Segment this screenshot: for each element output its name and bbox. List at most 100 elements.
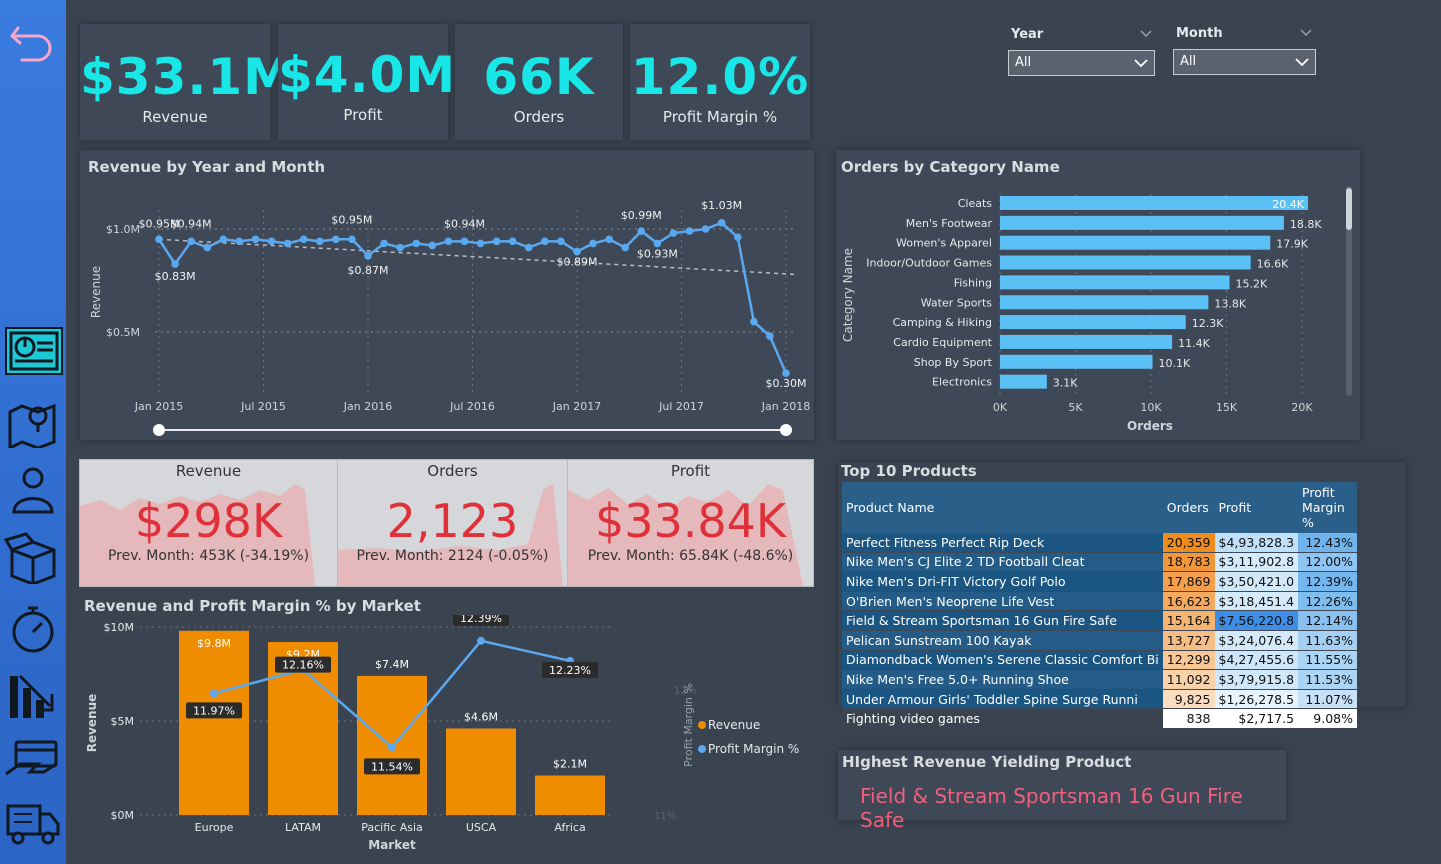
chevron-down-icon[interactable] <box>1140 30 1152 38</box>
dashboard-icon[interactable] <box>5 327 63 375</box>
table-row[interactable]: Diamondback Women's Serene Classic Comfo… <box>842 650 1357 671</box>
category-bar[interactable] <box>1000 215 1284 230</box>
line-point[interactable] <box>187 237 195 246</box>
legend-revenue[interactable]: Revenue <box>708 718 760 732</box>
header-product-name[interactable]: Product Name <box>842 482 1163 533</box>
line-point[interactable] <box>701 225 710 233</box>
line-point[interactable] <box>637 227 646 235</box>
line-point[interactable] <box>476 239 485 248</box>
back-arrow-icon[interactable] <box>4 14 62 66</box>
header-orders[interactable]: Orders <box>1162 482 1215 533</box>
market-bar[interactable] <box>179 630 249 815</box>
kpi-revenue-card: $33.1M Revenue <box>80 24 293 140</box>
table-row[interactable]: Nike Men's Dri-FIT Victory Golf Polo 17,8… <box>842 571 1357 592</box>
margin-point[interactable] <box>210 689 218 698</box>
line-point[interactable] <box>573 247 581 256</box>
line-point[interactable] <box>155 235 163 244</box>
line-point[interactable] <box>508 237 517 246</box>
line-point[interactable] <box>782 369 790 377</box>
line-point[interactable] <box>621 243 630 252</box>
data-label: $0.94M <box>444 217 485 230</box>
line-point[interactable] <box>299 235 308 244</box>
line-point[interactable] <box>541 237 549 246</box>
market-bar[interactable] <box>446 728 516 815</box>
line-point[interactable] <box>669 229 678 237</box>
line-point[interactable] <box>733 233 742 242</box>
category-bar[interactable] <box>1000 295 1209 310</box>
year-dropdown-value: All <box>1015 55 1032 70</box>
line-point[interactable] <box>332 235 340 244</box>
year-dropdown[interactable]: All <box>1008 50 1155 76</box>
x-tick-label: Jul 2015 <box>240 400 286 413</box>
market-bar[interactable] <box>535 775 605 815</box>
table-row[interactable]: Fighting video games 838 $2,717.5 9.08% <box>842 708 1357 729</box>
box-icon[interactable] <box>4 532 62 584</box>
line-point[interactable] <box>557 237 565 246</box>
top-products-table: Product Name Orders Profit Profit Margin… <box>842 482 1357 729</box>
header-profit[interactable]: Profit <box>1214 482 1299 533</box>
line-point[interactable] <box>589 239 597 248</box>
line-point[interactable] <box>685 227 694 235</box>
header-profit-margin[interactable]: Profit Margin % <box>1298 482 1357 533</box>
category-bar[interactable] <box>1000 334 1173 349</box>
line-point[interactable] <box>380 239 388 248</box>
table-row[interactable]: Pelican Sunstream 100 Kayak 13,727 $3,24,0… <box>842 630 1357 651</box>
revenue-line-chart[interactable]: $1.0M $0.5M Jan 2015 Jul 2015 Jan 2016 Jul 20… <box>80 150 814 440</box>
orders-category-chart[interactable]: 0K 5K 10K 15K 20K Cleats 20.4K Men's Footwear 18… <box>836 150 1360 440</box>
line-point[interactable] <box>348 235 356 244</box>
category-bar[interactable] <box>1000 374 1047 389</box>
margin-label: 11.54% <box>371 760 413 773</box>
table-row[interactable]: Field & Stream Sportsman 16 Gun Fire Saf… <box>842 610 1357 631</box>
line-point[interactable] <box>283 239 292 248</box>
line-point[interactable] <box>315 237 324 246</box>
product-name-cell: O'Brien Men's Neoprene Life Vest <box>842 591 1163 612</box>
line-point[interactable] <box>766 332 774 340</box>
line-point[interactable] <box>444 237 453 246</box>
line-point[interactable] <box>396 243 404 252</box>
line-point[interactable] <box>605 235 613 244</box>
line-point[interactable] <box>428 241 437 250</box>
line-point[interactable] <box>524 243 533 252</box>
date-slider-start-handle[interactable] <box>153 424 165 436</box>
line-point[interactable] <box>171 260 179 268</box>
line-point[interactable] <box>251 235 260 244</box>
legend-margin[interactable]: Profit Margin % <box>708 742 799 756</box>
line-point[interactable] <box>492 237 501 246</box>
line-point[interactable] <box>717 219 726 227</box>
category-bar[interactable] <box>1000 235 1271 250</box>
line-point[interactable] <box>203 243 212 252</box>
delivery-truck-icon[interactable] <box>4 798 62 850</box>
table-row[interactable]: Perfect Fitness Perfect Rip Deck 20,359 $4… <box>842 533 1357 553</box>
table-row[interactable]: O'Brien Men's Neoprene Life Vest 16,623 $3… <box>842 591 1357 612</box>
bar-chart-down-icon[interactable] <box>4 670 62 722</box>
date-slider-end-handle[interactable] <box>780 424 792 436</box>
stopwatch-icon[interactable] <box>4 602 62 654</box>
table-row[interactable]: Nike Men's CJ Elite 2 TD Football Cleat 1… <box>842 552 1357 573</box>
y-axis-label: Revenue <box>89 266 103 318</box>
margin-point[interactable] <box>388 743 396 752</box>
bar-value-label: 20.4K <box>1272 198 1304 211</box>
category-bar[interactable] <box>1000 255 1251 270</box>
user-icon[interactable] <box>4 464 62 516</box>
scrollbar-thumb[interactable] <box>1346 188 1352 230</box>
line-point[interactable] <box>750 317 758 326</box>
payment-card-icon[interactable] <box>4 734 62 786</box>
table-row[interactable]: Nike Men's Free 5.0+ Running Shoe 11,092 $… <box>842 669 1357 690</box>
line-point[interactable] <box>235 237 244 246</box>
market-combo-chart[interactable]: $10M$5M$0M12%11%Revenue Profit Margin %$9… <box>80 615 810 860</box>
line-point[interactable] <box>364 251 372 260</box>
map-pin-icon[interactable] <box>4 396 62 448</box>
margin-point[interactable] <box>477 636 485 645</box>
line-point[interactable] <box>653 239 662 248</box>
category-bar[interactable] <box>1000 315 1186 330</box>
category-bar[interactable] <box>1000 275 1230 290</box>
chevron-down-icon[interactable] <box>1300 29 1312 37</box>
line-point[interactable] <box>267 237 276 246</box>
month-dropdown[interactable]: All <box>1173 49 1316 75</box>
line-point[interactable] <box>412 239 421 248</box>
table-row[interactable]: Under Armour Girls' Toddler Spine Surge … <box>842 689 1357 710</box>
line-point[interactable] <box>460 237 469 246</box>
line-point[interactable] <box>219 235 228 244</box>
category-bar[interactable] <box>1000 196 1309 210</box>
category-bar[interactable] <box>1000 354 1153 369</box>
